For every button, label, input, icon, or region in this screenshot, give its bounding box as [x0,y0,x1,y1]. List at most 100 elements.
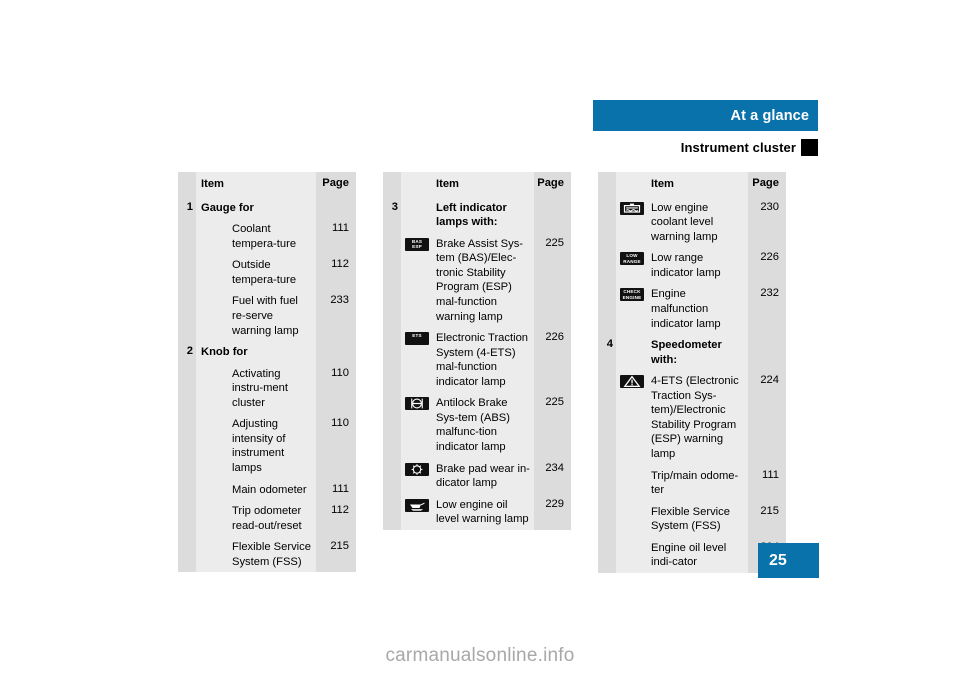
bas-esp-icon: BAS ESP [405,237,429,251]
row-page-number: 111 [316,218,356,255]
row-number [383,457,401,494]
row-page-number [316,341,356,363]
row-icon-cell [401,457,431,494]
row-icon-cell [616,196,646,248]
row-number [598,247,616,284]
table-header-row: Item Page [178,172,356,197]
row-number [598,283,616,335]
column-header-item: Item [196,172,316,197]
row-page-number: 234 [534,457,571,494]
row-icon-cell: BAS ESP [401,232,431,328]
column-header-page: Page [748,172,786,197]
row-number [178,218,196,255]
row-item-label: Outside tempera-ture [196,254,316,291]
abs-icon [405,397,429,411]
page-number: 25 [769,551,787,569]
table-row: LOW RANGE Low range indicator lamp 226 [598,247,786,284]
table-row: ETS Electronic Traction System (4-ETS) ma… [383,327,571,393]
table-header-row: Item Page [598,172,786,197]
subsection-header: Instrument cluster [593,138,818,157]
watermark: carmanualsonline.info [385,645,575,666]
row-number [383,392,401,458]
row-page-number [748,334,786,371]
check-engine-icon-label: CHECK ENGINE [622,289,642,300]
row-icon-cell: CHECK ENGINE [616,283,646,335]
row-page-number: 226 [534,327,571,393]
page-number-badge: 25 [758,543,819,578]
table-header-row: Item Page [383,172,571,197]
row-number [178,536,196,573]
row-icon-cell [616,464,646,501]
row-group-label: Gauge for [196,196,316,219]
table-2: Item Page 3 Left indicator lamps with: BAS ES… [383,172,571,530]
ets-icon: ETS [405,332,429,346]
table-row: 1 Gauge for [178,196,356,219]
banner-title: At a glance [730,107,809,124]
row-item-label: Flexible Service System (FSS) [196,536,316,573]
low-coolant-icon [620,201,644,215]
row-page-number: 112 [316,500,356,537]
table-row: Activating instru-ment cluster 110 [178,362,356,414]
row-item-label: Engine malfunction indicator lamp [646,283,748,335]
table-row: Trip odometer read-out/reset 112 [178,500,356,537]
esp-triangle-icon [620,375,644,389]
brake-pad-wear-icon [405,462,429,476]
row-icon-cell [401,493,431,530]
row-number [178,290,196,342]
row-item-label: Adjusting intensity of instrument lamps [196,413,316,479]
row-number: 4 [598,334,616,371]
row-number: 1 [178,196,196,219]
row-page-number: 230 [748,196,786,248]
row-page-number: 112 [316,254,356,291]
table-row: Adjusting intensity of instrument lamps 1… [178,413,356,479]
row-group-label: Speedometer with: [646,334,748,371]
row-item-label: Activating instru-ment cluster [196,362,316,414]
row-page-number: 232 [748,283,786,335]
row-icon-cell: LOW RANGE [616,247,646,284]
table-row: Coolant tempera-ture 111 [178,218,356,255]
table-row: Main odometer 111 [178,478,356,501]
row-item-label: Trip odometer read-out/reset [196,500,316,537]
subsection-title: Instrument cluster [680,140,796,155]
header-num-cell [598,172,616,197]
row-number [178,478,196,501]
table-row: Flexible Service System (FSS) 215 [178,536,356,573]
low-range-icon: LOW RANGE [620,252,644,266]
header-icon-cell [616,172,646,197]
row-page-number: 224 [748,370,786,465]
row-item-label: Low range indicator lamp [646,247,748,284]
column-header-page: Page [316,172,356,197]
row-icon-cell [616,370,646,465]
table-3: Item Page Low engine coolant level warning… [598,172,786,573]
row-number [598,196,616,248]
page-header: At a glance Instrument cluster [593,100,818,157]
table-row: 4-ETS (Electronic Traction Sys-tem)/Elec… [598,370,786,465]
bas-esp-icon-label: BAS ESP [411,238,423,250]
table-row: Antilock Brake Sys-tem (ABS) malfunc-tio… [383,392,571,458]
row-number: 3 [383,196,401,233]
row-item-label: Electronic Traction System (4-ETS) mal-f… [431,327,534,393]
row-page-number: 233 [316,290,356,342]
column-header-item: Item [431,172,534,197]
table-row: Fuel with fuel re-serve warning lamp 233 [178,290,356,342]
row-page-number: 229 [534,493,571,530]
table-1: Item Page 1 Gauge for Coolant tempera-ture 11… [178,172,356,573]
low-range-icon-label: LOW RANGE [623,253,641,264]
row-number [598,464,616,501]
row-number [383,327,401,393]
row-group-label: Knob for [196,341,316,363]
column-header-item: Item [646,172,748,197]
row-page-number: 226 [748,247,786,284]
item-tables-container: Item Page 1 Gauge for Coolant tempera-ture 11… [178,172,786,573]
row-number [178,362,196,414]
row-item-label: 4-ETS (Electronic Traction Sys-tem)/Elec… [646,370,748,465]
row-page-number: 110 [316,413,356,479]
row-page-number: 111 [316,478,356,501]
header-icon-cell [401,172,431,197]
table-row: Brake pad wear in-dicator lamp 234 [383,457,571,494]
header-num-cell [383,172,401,197]
row-icon-cell [616,536,646,573]
row-icon-cell [616,500,646,537]
row-item-label: Engine oil level indi-cator [646,536,748,573]
check-engine-icon: CHECK ENGINE [620,288,644,302]
